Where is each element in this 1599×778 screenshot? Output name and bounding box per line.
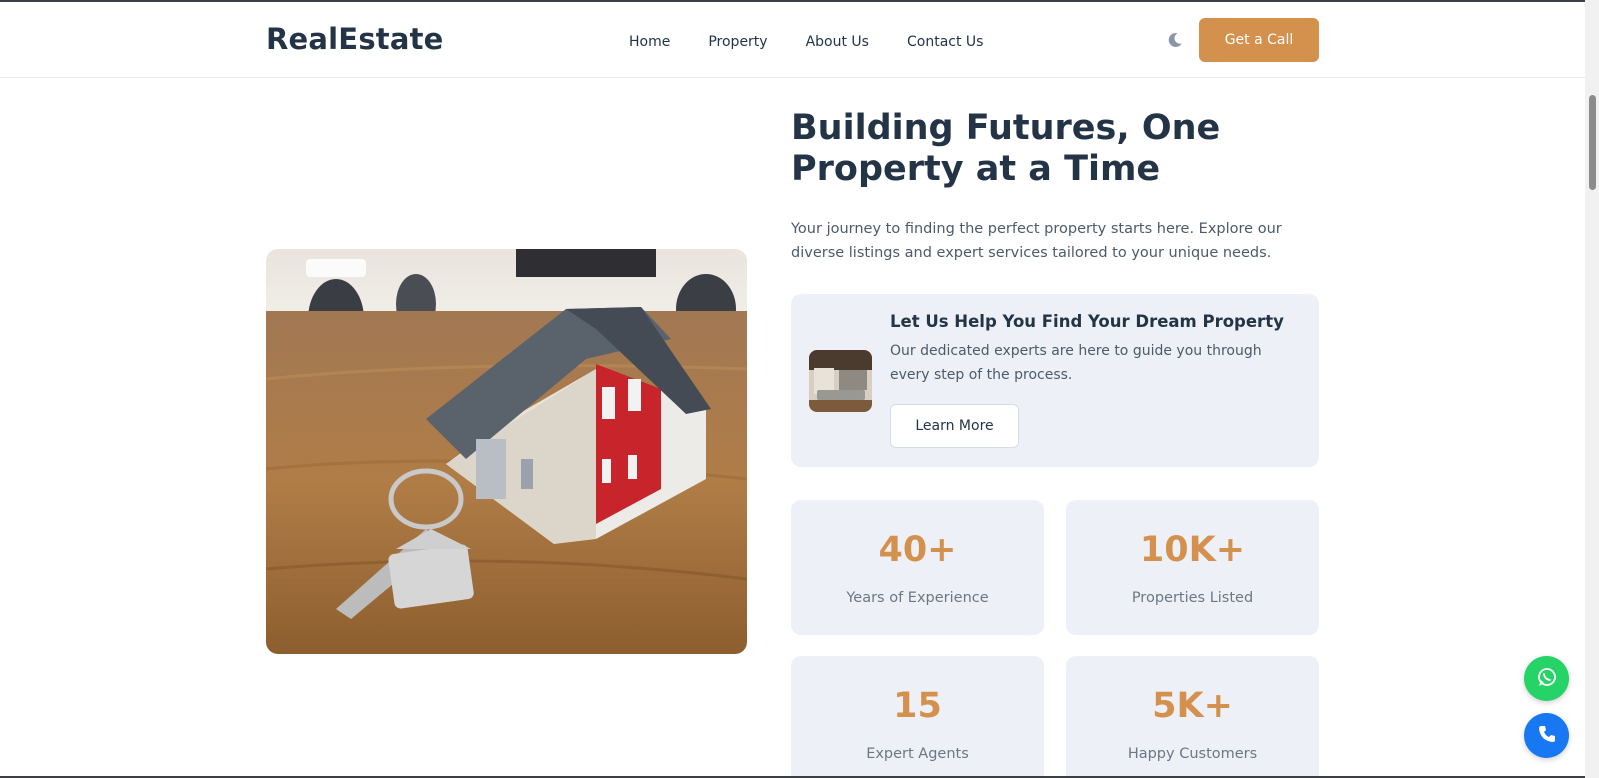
scrollbar-thumb[interactable]: [1589, 95, 1596, 190]
stat-value: 10K+: [1139, 530, 1246, 570]
stat-value: 15: [893, 686, 942, 726]
get-a-call-button[interactable]: Get a Call: [1199, 18, 1319, 62]
living-room-thumbnail: [809, 350, 872, 412]
nav-contact-us[interactable]: Contact Us: [907, 34, 983, 50]
help-card: Let Us Help You Find Your Dream Property…: [791, 294, 1319, 467]
stat-label: Happy Customers: [1127, 746, 1258, 762]
page-scrollbar[interactable]: [1585, 0, 1599, 778]
stat-label: Years of Experience: [846, 590, 989, 606]
learn-more-button[interactable]: Learn More: [890, 404, 1019, 448]
site-logo[interactable]: RealEstate: [266, 22, 444, 56]
main-nav: Home Property About Us Contact Us: [629, 34, 1021, 50]
hero-title-line-2: Property at a Time: [791, 149, 1161, 189]
stat-value: 5K+: [1152, 686, 1233, 726]
stat-label: Expert Agents: [866, 746, 969, 762]
help-card-title: Let Us Help You Find Your Dream Property: [890, 312, 1284, 331]
moon-icon[interactable]: [1166, 31, 1184, 49]
stat-value: 40+: [878, 530, 957, 570]
hero-title-line-1: Building Futures, One: [791, 108, 1221, 148]
stat-card-properties: 10K+ Properties Listed: [1066, 500, 1319, 635]
site-header: RealEstate Home Property About Us Contac…: [0, 2, 1585, 78]
stat-card-agents: 15 Expert Agents: [791, 656, 1044, 778]
nav-about-us[interactable]: About Us: [806, 34, 869, 50]
stat-card-customers: 5K+ Happy Customers: [1066, 656, 1319, 778]
phone-call-button[interactable]: [1524, 713, 1569, 758]
stat-card-years: 40+ Years of Experience: [791, 500, 1044, 635]
stat-label: Properties Listed: [1131, 590, 1254, 606]
nav-home[interactable]: Home: [629, 34, 670, 50]
phone-icon: [1536, 723, 1558, 749]
whatsapp-button[interactable]: [1524, 656, 1569, 701]
whatsapp-icon: [1536, 666, 1558, 692]
hero-image-house-with-keys: [266, 249, 747, 654]
hero-subtitle: Your journey to finding the perfect prop…: [791, 221, 1282, 261]
hero-title: Building Futures, One Property at a Time: [791, 108, 1331, 190]
nav-property[interactable]: Property: [708, 34, 767, 50]
help-card-text: Our dedicated experts are here to guide …: [890, 343, 1262, 383]
